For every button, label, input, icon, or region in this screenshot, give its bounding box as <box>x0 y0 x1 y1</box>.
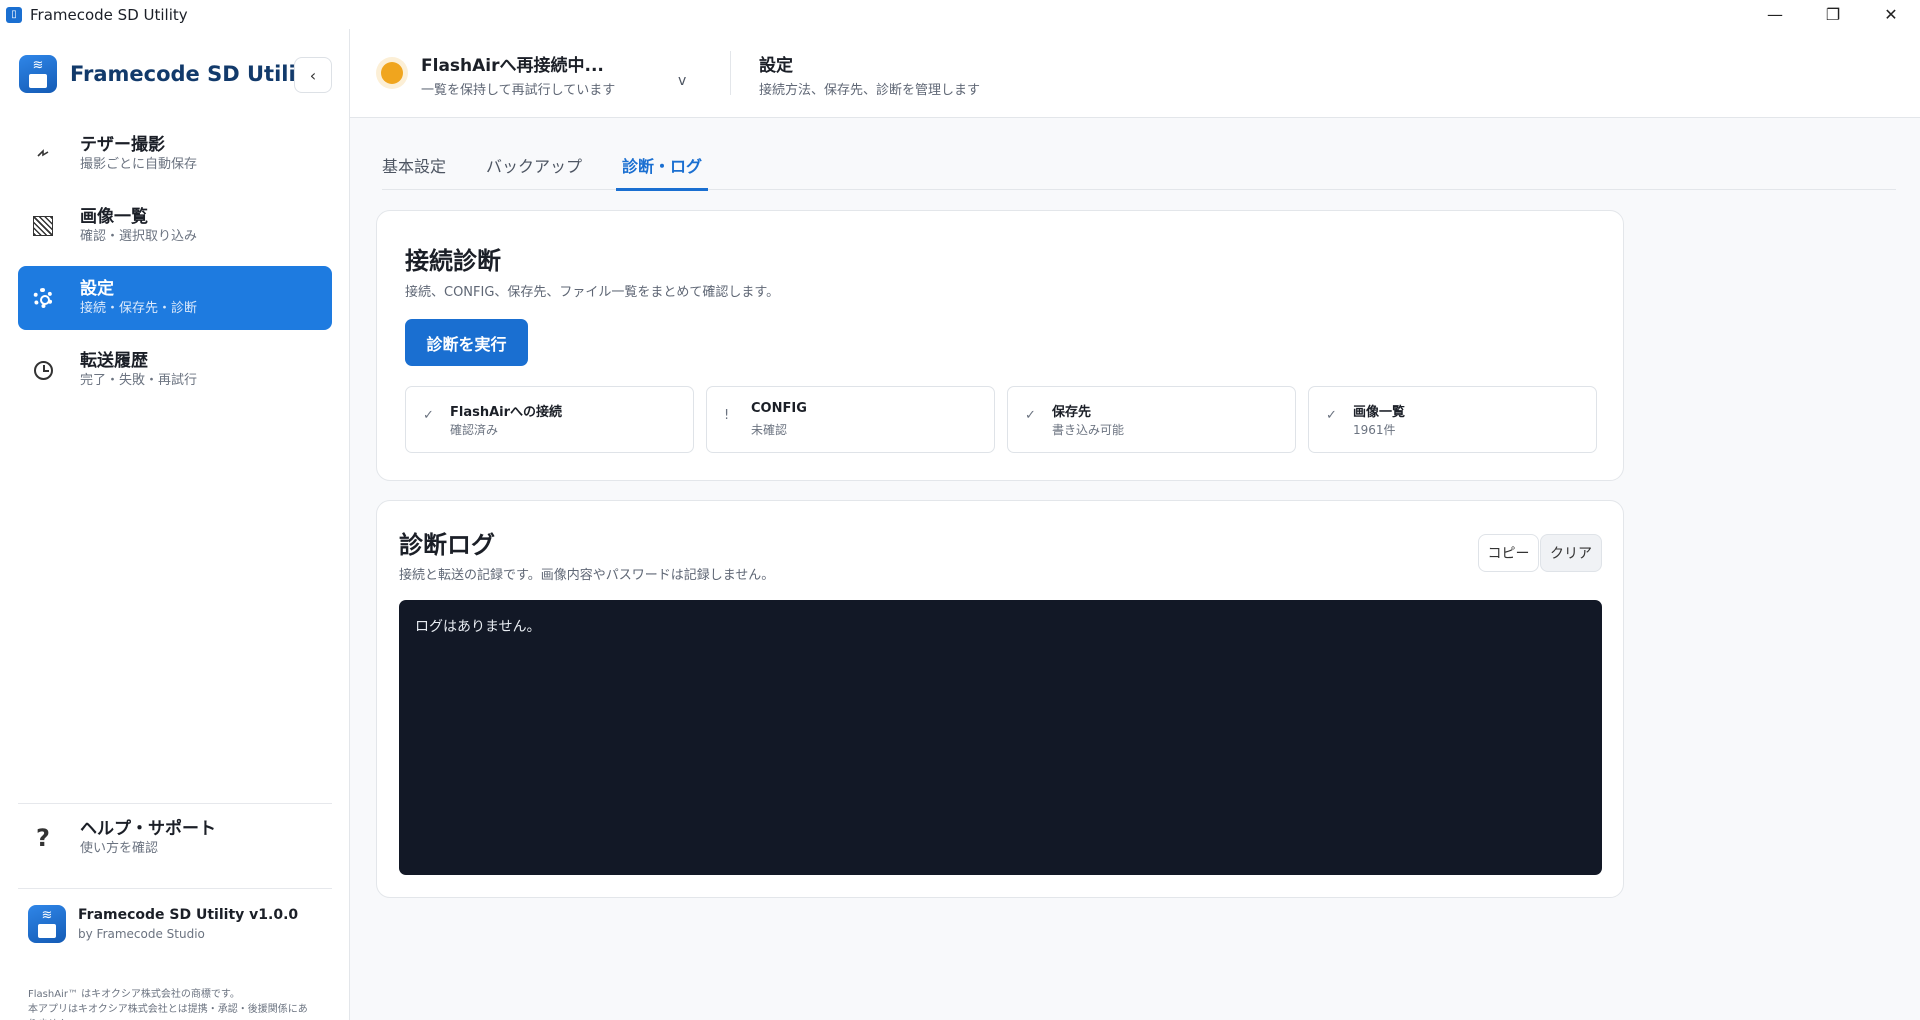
sidebar-item-label: テザー撮影 <box>80 135 165 155</box>
log-card: 診断ログ 接続と転送の記録です。画像内容やパスワードは記録しません。 コピー ク… <box>376 500 1624 898</box>
page-subtitle: 接続方法、保存先、診断を管理します <box>759 83 981 98</box>
warning-icon: ! <box>724 408 730 423</box>
sidebar-item-settings[interactable]: 設定 接続・保存先・診断 <box>18 266 332 330</box>
tab-backup[interactable]: バックアップ <box>486 137 582 190</box>
clear-log-button[interactable]: クリア <box>1540 534 1602 572</box>
tab-basic[interactable]: 基本設定 <box>382 137 446 190</box>
check-label: CONFIG <box>751 401 807 416</box>
log-title: 診断ログ <box>399 531 495 559</box>
app-author: by Framecode Studio <box>78 927 205 941</box>
check-image-list: ✓ 画像一覧 1961件 <box>1308 386 1597 453</box>
check-icon: ✓ <box>1025 408 1036 423</box>
legal-notice: FlashAir™ はキオクシア株式会社の商標です。 本アプリはキオクシア株式会… <box>28 987 316 1020</box>
check-value: 未確認 <box>751 423 788 437</box>
log-console[interactable]: ログはありません。 <box>399 600 1602 875</box>
check-connection: ✓ FlashAirへの接続 確認済み <box>405 386 694 453</box>
header: FlashAirへ再接続中... 一覧を保持して再試行しています v 設定 接続… <box>350 29 1920 118</box>
sidebar-nav: テザー撮影 撮影ごとに自動保存 画像一覧 確認・選択取り込み 設定 接続・保存先… <box>18 122 332 410</box>
copy-log-button[interactable]: コピー <box>1478 534 1539 572</box>
diagnostics-card: 接続診断 接続、CONFIG、保存先、ファイル一覧をまとめて確認します。 診断を… <box>376 210 1624 481</box>
check-label: 保存先 <box>1052 405 1092 420</box>
question-icon: ? <box>36 824 50 852</box>
log-empty-message: ログはありません。 <box>415 619 541 635</box>
sidebar-item-help[interactable]: ? ヘルプ・サポート 使い方を確認 <box>18 806 332 870</box>
check-icon: ✓ <box>1326 408 1337 423</box>
diagnostics-desc: 接続、CONFIG、保存先、ファイル一覧をまとめて確認します。 <box>405 285 780 300</box>
connection-status-sub: 一覧を保持して再試行しています <box>421 83 616 98</box>
tab-diagnostics[interactable]: 診断・ログ <box>616 137 709 191</box>
sidebar: ≋ Framecode SD Utility ‹ テザー撮影 撮影ごとに自動保存… <box>0 29 350 1020</box>
image-grid-icon <box>32 215 54 237</box>
app-version: Framecode SD Utility v1.0.0 <box>78 907 299 923</box>
check-config: ! CONFIG 未確認 <box>706 386 995 453</box>
app-logo-icon: ≋ <box>28 905 66 943</box>
collapse-sidebar-button[interactable]: ‹ <box>294 57 332 93</box>
help-sub: 使い方を確認 <box>80 841 159 856</box>
title-bar: ▯ Framecode SD Utility — ❐ ✕ <box>0 0 1920 29</box>
legal-line: FlashAir™ はキオクシア株式会社の商標です。 <box>28 989 240 1000</box>
brand-name: Framecode SD Utility <box>70 62 320 86</box>
sidebar-item-label: 設定 <box>80 279 114 299</box>
log-desc: 接続と転送の記録です。画像内容やパスワードは記録しません。 <box>399 568 775 583</box>
check-value: 書き込み可能 <box>1052 423 1125 437</box>
diagnostics-title: 接続診断 <box>405 247 501 275</box>
run-diagnostics-button[interactable]: 診断を実行 <box>405 319 528 366</box>
sidebar-item-sub: 完了・失敗・再試行 <box>80 373 198 388</box>
check-icon: ✓ <box>423 408 434 423</box>
sidebar-item-label: 画像一覧 <box>80 207 148 227</box>
window-controls: — ❐ ✕ <box>1746 0 1920 29</box>
sidebar-item-tether[interactable]: テザー撮影 撮影ごとに自動保存 <box>18 122 332 186</box>
divider <box>18 803 332 804</box>
sidebar-item-history[interactable]: 転送履歴 完了・失敗・再試行 <box>18 338 332 402</box>
legal-line: 本アプリはキオクシア株式会社とは提携・承認・後援関係にありません。 <box>28 1004 308 1020</box>
check-value: 1961件 <box>1353 423 1396 437</box>
sidebar-item-sub: 撮影ごとに自動保存 <box>80 157 198 172</box>
check-label: FlashAirへの接続 <box>450 405 563 420</box>
diagnostic-checks: ✓ FlashAirへの接続 確認済み ! CONFIG 未確認 ✓ 保存先 書… <box>405 386 1597 453</box>
minimize-button[interactable]: — <box>1746 0 1804 29</box>
divider <box>18 888 332 889</box>
page-title: 設定 <box>759 56 793 76</box>
footer-brand: ≋ Framecode SD Utility v1.0.0 by Frameco… <box>28 905 298 943</box>
help-label: ヘルプ・サポート <box>80 819 216 839</box>
app-logo-icon: ≋ <box>19 55 57 93</box>
status-indicator-icon <box>381 62 403 84</box>
sidebar-item-sub: 確認・選択取り込み <box>80 229 198 244</box>
bolt-icon <box>32 143 54 165</box>
header-divider <box>730 51 731 95</box>
connection-status-title[interactable]: FlashAirへ再接続中... <box>421 51 604 76</box>
gear-icon <box>32 287 54 309</box>
settings-tabs: 基本設定 バックアップ 診断・ログ <box>382 137 1896 191</box>
sidebar-item-label: 転送履歴 <box>80 351 148 371</box>
sidebar-item-sub: 接続・保存先・診断 <box>80 301 198 316</box>
sidebar-item-images[interactable]: 画像一覧 確認・選択取り込み <box>18 194 332 258</box>
close-button[interactable]: ✕ <box>1862 0 1920 29</box>
check-destination: ✓ 保存先 書き込み可能 <box>1007 386 1296 453</box>
brand: ≋ Framecode SD Utility <box>19 55 319 93</box>
check-label: 画像一覧 <box>1353 405 1406 420</box>
check-value: 確認済み <box>450 423 499 437</box>
app-icon: ▯ <box>6 6 22 23</box>
chevron-down-icon[interactable]: v <box>678 73 686 89</box>
chevron-left-icon: ‹ <box>309 65 317 85</box>
restore-button[interactable]: ❐ <box>1804 0 1862 29</box>
window-title: Framecode SD Utility <box>30 5 188 24</box>
clock-icon <box>32 359 54 381</box>
